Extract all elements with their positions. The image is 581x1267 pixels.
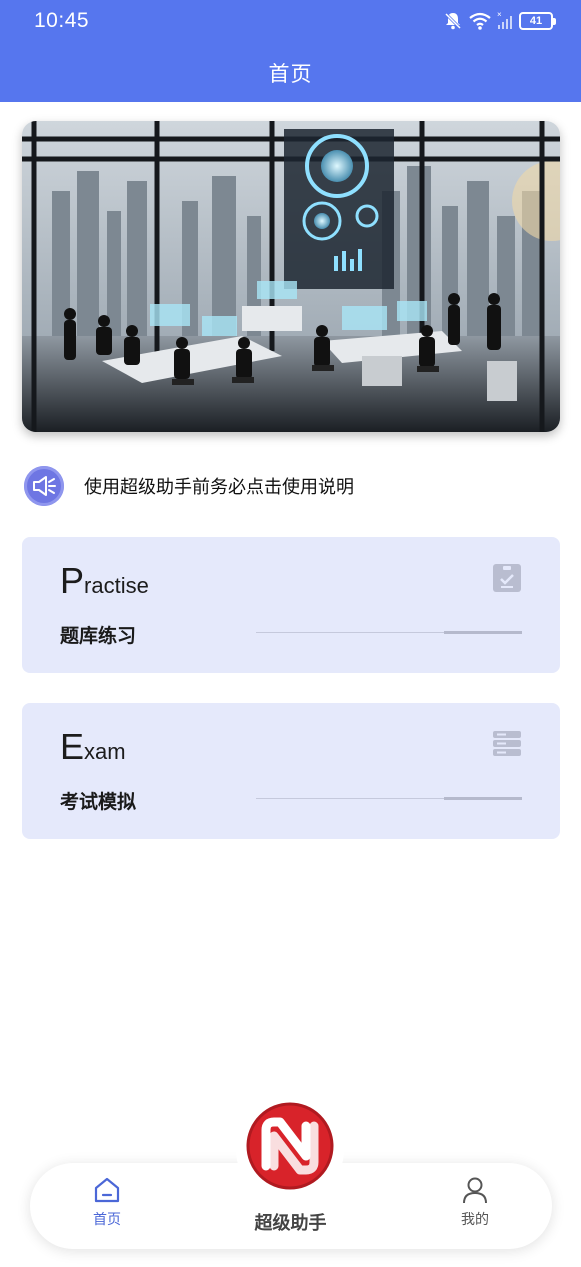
user-icon: [435, 1175, 515, 1205]
status-time: 10:45: [34, 9, 90, 32]
app-logo-icon[interactable]: [244, 1100, 336, 1196]
checklist-icon: [492, 563, 522, 597]
stack-icon: [492, 729, 522, 763]
usage-notice[interactable]: 使用超级助手前务必点击使用说明: [24, 466, 354, 506]
status-icons: × 41: [443, 10, 556, 32]
notice-text: 使用超级助手前务必点击使用说明: [84, 477, 354, 498]
banner-image[interactable]: [22, 121, 560, 432]
svg-text:×: ×: [497, 11, 502, 19]
status-bar: 10:45 × 41: [0, 0, 581, 42]
signal-icon: ×: [497, 11, 513, 31]
home-icon: [67, 1175, 147, 1205]
card-divider: [256, 631, 522, 634]
battery-icon: 41: [519, 12, 556, 30]
wifi-icon: [469, 11, 491, 31]
card-english-title: Practise: [60, 560, 149, 601]
center-label[interactable]: 超级助手: [0, 1209, 581, 1235]
card-chinese-title: 题库练习: [60, 625, 137, 647]
speaker-icon: [24, 466, 64, 506]
card-english-title: Exam: [60, 726, 126, 767]
practise-card[interactable]: Practise 题库练习: [22, 537, 560, 673]
card-divider: [256, 797, 522, 800]
mute-bell-icon: [443, 11, 463, 31]
page-title: 首页: [268, 62, 313, 86]
app-header: 10:45 × 41 首页: [0, 0, 581, 102]
exam-card[interactable]: Exam 考试模拟: [22, 703, 560, 839]
card-chinese-title: 考试模拟: [60, 791, 137, 813]
